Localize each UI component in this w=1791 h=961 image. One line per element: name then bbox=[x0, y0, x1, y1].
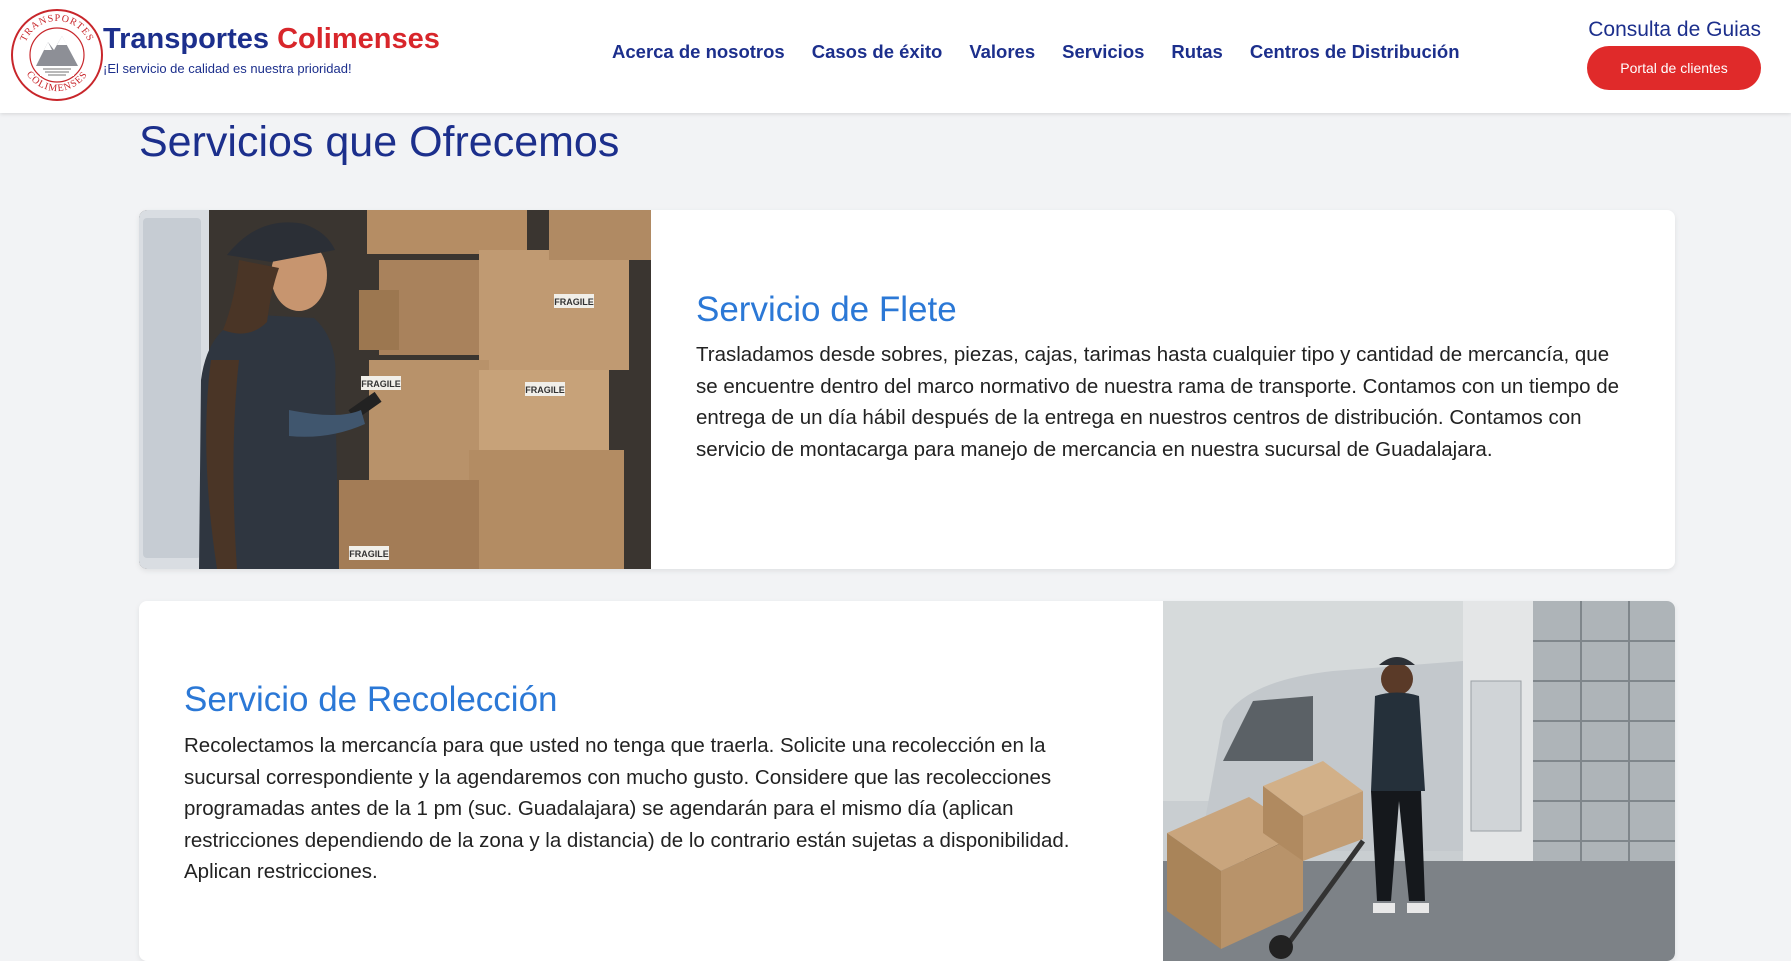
nav-item-servicios[interactable]: Servicios bbox=[1062, 41, 1144, 63]
consulta-guias-link[interactable]: Consulta de Guias bbox=[1588, 18, 1761, 42]
brand-block: Transportes Colimenses ¡El servicio de c… bbox=[103, 22, 440, 76]
nav-item-acerca[interactable]: Acerca de nosotros bbox=[612, 41, 785, 63]
service-description-flete: Trasladamos desde sobres, piezas, cajas,… bbox=[696, 343, 1620, 461]
site-header: TRANSPORTES COLIMENSES Transportes Colim… bbox=[0, 0, 1791, 113]
page-title: Servicios que Ofrecemos bbox=[139, 118, 620, 166]
nav-item-rutas[interactable]: Rutas bbox=[1171, 41, 1222, 63]
main-nav: Acerca de nosotros Casos de éxito Valore… bbox=[612, 41, 1460, 63]
brand-tagline: ¡El servicio de calidad es nuestra prior… bbox=[103, 61, 352, 76]
service-card-flete: FRAGILE FRAGILE FRAGILE FRAGILE Servicio… bbox=[139, 210, 1675, 569]
fragile-label-1: FRAGILE bbox=[554, 297, 594, 307]
service-image-recoleccion bbox=[1163, 601, 1675, 961]
portal-clientes-button[interactable]: Portal de clientes bbox=[1587, 46, 1761, 90]
brand-name-part2: Colimenses bbox=[277, 23, 440, 55]
nav-item-casos-exito[interactable]: Casos de éxito bbox=[812, 41, 943, 63]
fragile-label-4: FRAGILE bbox=[349, 549, 389, 559]
company-logo-seal[interactable]: TRANSPORTES COLIMENSES bbox=[10, 8, 104, 102]
brand-name[interactable]: Transportes Colimenses bbox=[103, 22, 440, 56]
service-title-flete: Servicio de Flete bbox=[696, 290, 957, 329]
fragile-label-2: FRAGILE bbox=[361, 379, 401, 389]
nav-item-valores[interactable]: Valores bbox=[969, 41, 1035, 63]
service-card-recoleccion: Servicio de Recolección Recolectamos la … bbox=[139, 601, 1675, 961]
fragile-label-3: FRAGILE bbox=[525, 385, 565, 395]
nav-item-centros[interactable]: Centros de Distribución bbox=[1250, 41, 1460, 63]
brand-name-part1: Transportes bbox=[103, 23, 269, 55]
service-description-recoleccion: Recolectamos la mercancía para que usted… bbox=[184, 734, 1070, 883]
service-title-recoleccion: Servicio de Recolección bbox=[184, 680, 558, 719]
service-image-flete: FRAGILE FRAGILE FRAGILE FRAGILE bbox=[139, 210, 651, 569]
